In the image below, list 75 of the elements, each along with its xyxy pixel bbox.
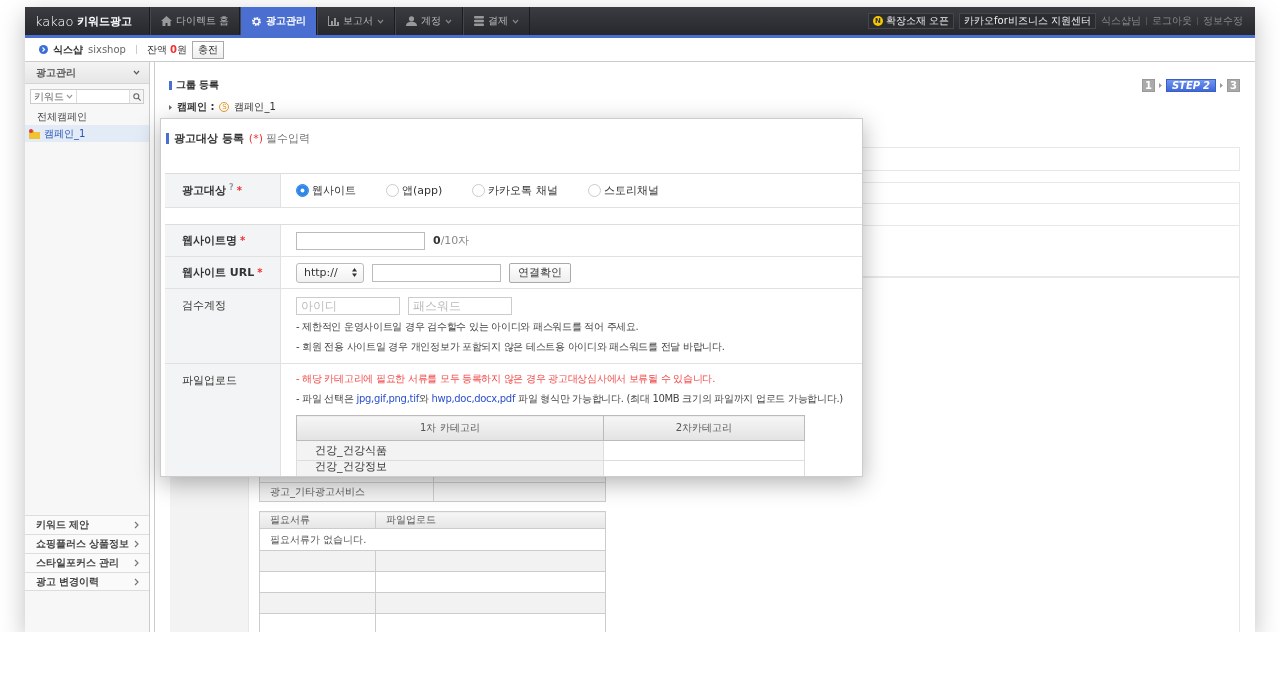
table-cell: 건강_건강식품	[296, 440, 604, 461]
arrow-circle-icon	[39, 45, 48, 54]
required-mark: *	[257, 267, 263, 278]
logo-text: kakao	[35, 13, 74, 29]
password-field[interactable]: 패스워드	[408, 297, 512, 315]
radio-button[interactable]	[472, 184, 486, 197]
radio-button[interactable]	[386, 184, 399, 197]
chevron-down-icon	[133, 70, 140, 75]
chevron-right-icon	[134, 577, 139, 586]
radio-option[interactable]: 스토리채널	[587, 183, 659, 198]
nav-tab[interactable]: 계정	[395, 7, 464, 35]
campaign-item[interactable]: 전체캠페인	[25, 108, 149, 125]
radio-option[interactable]: 카카오톡 채널	[472, 183, 558, 198]
help-text: - 회원 전용 사이트일 경우 개인정보가 포함되지 않은 테스트용 아이디와 패스워드를 전달 바랍니다.	[296, 340, 725, 354]
required-note: (*) 필수입력	[248, 130, 311, 146]
step-arrow-icon	[1220, 82, 1224, 88]
chevron-right-icon	[134, 521, 139, 529]
account-name: 식스샵	[53, 42, 83, 57]
gear-icon	[251, 15, 263, 27]
column-header: 파일업로드	[375, 511, 606, 529]
folder-icon	[29, 128, 41, 139]
campaign-item[interactable]: 캠페인_1	[25, 125, 149, 142]
id-field[interactable]: 아이디	[296, 297, 400, 315]
field-label: 웹사이트명	[182, 233, 237, 248]
balance-text: 잔액 0원	[146, 42, 188, 57]
website-name-field[interactable]	[296, 231, 425, 250]
field-label: 검수계정	[182, 298, 226, 313]
nav-tab[interactable]: 보고서	[317, 7, 396, 35]
breadcrumb-value[interactable]: 캠페인_1	[234, 100, 276, 114]
header-link[interactable]: 정보수정	[1203, 14, 1243, 28]
home-icon	[161, 16, 172, 26]
column-header: 1차 카테고리	[296, 415, 604, 441]
field-label: 파일업로드	[182, 373, 237, 388]
sidebar-header[interactable]: 광고관리	[25, 62, 149, 84]
header-link[interactable]: 식스샵님	[1101, 14, 1141, 28]
character-counter: 0/10자	[433, 233, 470, 248]
empty-message: 필요서류가 없습니다.	[259, 528, 606, 551]
step-arrow-icon	[1158, 82, 1162, 88]
dialog-title: 광고대상 등록	[174, 130, 244, 146]
updown-arrows-icon	[352, 268, 357, 277]
field-label: 광고대상	[182, 183, 226, 198]
help-text: - 파일 선택은 jpg,gif,png,tif와 hwp,doc,docx,pdf 파일 형식만 가능합니다. (최대 10MB 크기의 파일까지 업로드 가능합니다.)	[296, 392, 843, 406]
logo-title: 키워드광고	[76, 13, 132, 29]
column-header: 2차카테고리	[603, 415, 805, 441]
chevron-right-icon	[134, 559, 139, 567]
step-indicator: STEP 2	[1165, 78, 1217, 92]
person-icon	[406, 16, 418, 26]
protocol-dropdown[interactable]: http://	[296, 262, 364, 283]
caret-right-icon	[169, 104, 172, 110]
database-icon	[474, 16, 485, 26]
column-header: 필요서류	[259, 511, 376, 529]
sidebar-menu-item[interactable]: 광고 변경이력	[25, 572, 149, 591]
nav-tab[interactable]: 광고관리	[240, 7, 318, 35]
chevron-right-icon	[134, 540, 139, 548]
section-title: 그룹 등록	[176, 78, 220, 92]
help-text: - 제한적인 운영사이트일 경우 검수할수 있는 아이디와 패스워드를 적어 주세요.	[296, 320, 639, 334]
required-mark: *	[236, 185, 242, 196]
account-id: sixshop	[88, 44, 126, 55]
nav-tab[interactable]: 결제	[463, 7, 531, 35]
support-center-button[interactable]: 카카오for비즈니스 지원센터	[959, 13, 1096, 29]
radio-option[interactable]: 웹사이트	[296, 183, 356, 198]
radio-option[interactable]: 앱(app)	[386, 183, 443, 198]
radio-button[interactable]	[587, 184, 601, 197]
breadcrumb-label: 캠페인 :	[177, 100, 215, 114]
url-field[interactable]	[372, 263, 501, 282]
header-link[interactable]: 로그아웃	[1152, 14, 1192, 28]
field-label: 웹사이트 URL	[182, 265, 255, 280]
required-mark: *	[240, 235, 246, 246]
step-indicator: 3	[1227, 78, 1240, 92]
charge-button[interactable]: 충전	[192, 40, 225, 59]
bar-chart-icon	[328, 16, 340, 26]
warning-text: - 해당 카테고리에 필요한 서류를 모두 등록하지 않은 경우 광고대상심사에서 보류될 수 있습니다.	[296, 372, 716, 386]
step-indicator: 1	[1141, 78, 1155, 92]
radio-button[interactable]	[296, 184, 309, 197]
check-connection-button[interactable]: 연결확인	[509, 262, 571, 283]
